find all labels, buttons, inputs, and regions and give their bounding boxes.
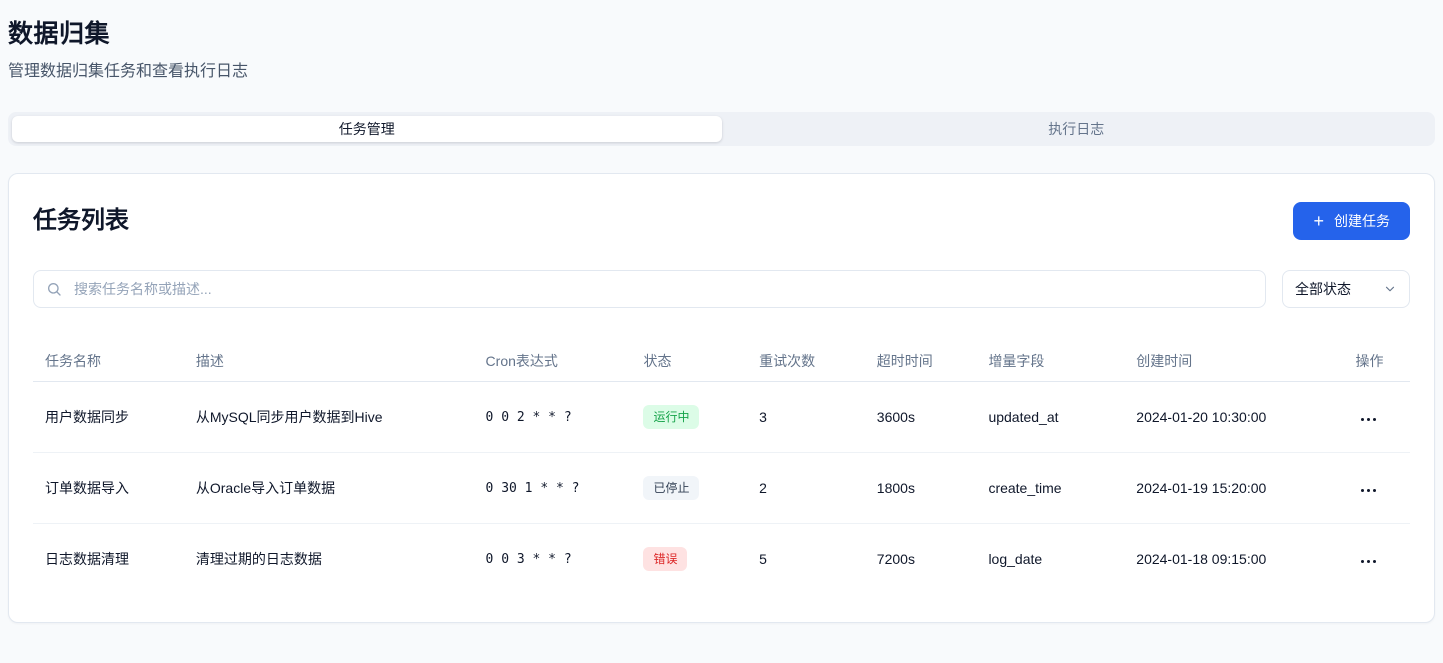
- more-horizontal-icon: [1367, 489, 1370, 492]
- column-header: 创建时间: [1124, 341, 1343, 382]
- table-row: 用户数据同步从MySQL同步用户数据到Hive0 0 2 * * ? 运行中 336…: [33, 382, 1410, 453]
- tab-bar: 任务管理 执行日志: [8, 112, 1435, 146]
- column-header: 状态: [631, 341, 747, 382]
- table-row: 日志数据清理清理过期的日志数据0 0 3 * * ? 错误 57200slog_da…: [33, 524, 1410, 595]
- more-horizontal-icon: [1361, 418, 1364, 421]
- plus-icon: +: [1313, 212, 1324, 230]
- create-task-button-label: 创建任务: [1334, 211, 1390, 231]
- cell-timeout: 7200s: [865, 524, 977, 595]
- task-table: 任务名称描述Cron表达式状态重试次数超时时间增量字段创建时间操作 用户数据同步…: [33, 341, 1410, 594]
- cell-cron: 0 0 3 * * ?: [474, 524, 632, 595]
- filter-controls: 全部状态: [33, 270, 1410, 308]
- card-header: 任务列表 + 创建任务: [33, 202, 1410, 240]
- cell-status: 已停止: [631, 453, 747, 524]
- cell-description: 从Oracle导入订单数据: [184, 453, 474, 524]
- task-list-card: 任务列表 + 创建任务 全部状态: [8, 173, 1435, 623]
- cell-description: 从MySQL同步用户数据到Hive: [184, 382, 474, 453]
- cell-retries: 3: [747, 382, 865, 453]
- cell-timeout: 1800s: [865, 453, 977, 524]
- chevron-down-icon: [1383, 282, 1397, 296]
- more-horizontal-icon: [1361, 489, 1364, 492]
- page: 数据归集 管理数据归集任务和查看执行日志 任务管理 执行日志 任务列表 + 创建…: [0, 0, 1443, 663]
- status-filter-select[interactable]: 全部状态: [1282, 270, 1410, 308]
- column-header: 操作: [1344, 341, 1410, 382]
- cell-status: 错误: [631, 524, 747, 595]
- cell-timeout: 3600s: [865, 382, 977, 453]
- cell-task-name: 用户数据同步: [33, 382, 184, 453]
- column-header: 任务名称: [33, 341, 184, 382]
- table-header-row: 任务名称描述Cron表达式状态重试次数超时时间增量字段创建时间操作: [33, 341, 1410, 382]
- status-badge: 运行中: [643, 405, 699, 429]
- cell-cron: 0 30 1 * * ?: [474, 453, 632, 524]
- search-box: [33, 270, 1266, 308]
- status-filter-value: 全部状态: [1295, 279, 1351, 299]
- status-badge: 已停止: [643, 476, 699, 500]
- cell-description: 清理过期的日志数据: [184, 524, 474, 595]
- column-header: 描述: [184, 341, 474, 382]
- cell-retries: 5: [747, 524, 865, 595]
- more-horizontal-icon: [1373, 560, 1376, 563]
- cell-status: 运行中: [631, 382, 747, 453]
- cell-cron: 0 0 2 * * ?: [474, 382, 632, 453]
- cell-actions: [1344, 524, 1410, 595]
- page-title: 数据归集: [8, 14, 1435, 50]
- cell-actions: [1344, 382, 1410, 453]
- column-header: Cron表达式: [474, 341, 632, 382]
- more-actions-button[interactable]: [1357, 483, 1380, 498]
- cell-created-at: 2024-01-20 10:30:00: [1124, 382, 1343, 453]
- create-task-button[interactable]: + 创建任务: [1293, 202, 1410, 240]
- more-actions-button[interactable]: [1357, 412, 1380, 427]
- column-header: 重试次数: [747, 341, 865, 382]
- more-horizontal-icon: [1367, 418, 1370, 421]
- cell-created-at: 2024-01-18 09:15:00: [1124, 524, 1343, 595]
- table-body: 用户数据同步从MySQL同步用户数据到Hive0 0 2 * * ? 运行中 336…: [33, 382, 1410, 595]
- search-input[interactable]: [33, 270, 1266, 308]
- column-header: 超时时间: [865, 341, 977, 382]
- more-horizontal-icon: [1373, 418, 1376, 421]
- more-horizontal-icon: [1373, 489, 1376, 492]
- table-row: 订单数据导入从Oracle导入订单数据0 30 1 * * ? 已停止 21800s…: [33, 453, 1410, 524]
- more-horizontal-icon: [1361, 560, 1364, 563]
- cell-task-name: 日志数据清理: [33, 524, 184, 595]
- column-header: 增量字段: [976, 341, 1124, 382]
- more-horizontal-icon: [1367, 560, 1370, 563]
- page-subtitle: 管理数据归集任务和查看执行日志: [8, 62, 1435, 82]
- search-icon: [46, 281, 62, 297]
- cell-created-at: 2024-01-19 15:20:00: [1124, 453, 1343, 524]
- cell-incremental-field: log_date: [976, 524, 1124, 595]
- tab-task-management[interactable]: 任务管理: [12, 116, 722, 142]
- cell-task-name: 订单数据导入: [33, 453, 184, 524]
- status-badge: 错误: [643, 547, 687, 571]
- cell-incremental-field: create_time: [976, 453, 1124, 524]
- cell-retries: 2: [747, 453, 865, 524]
- cell-incremental-field: updated_at: [976, 382, 1124, 453]
- tab-execution-logs[interactable]: 执行日志: [722, 116, 1432, 142]
- more-actions-button[interactable]: [1357, 554, 1380, 569]
- cell-actions: [1344, 453, 1410, 524]
- card-title: 任务列表: [33, 206, 129, 236]
